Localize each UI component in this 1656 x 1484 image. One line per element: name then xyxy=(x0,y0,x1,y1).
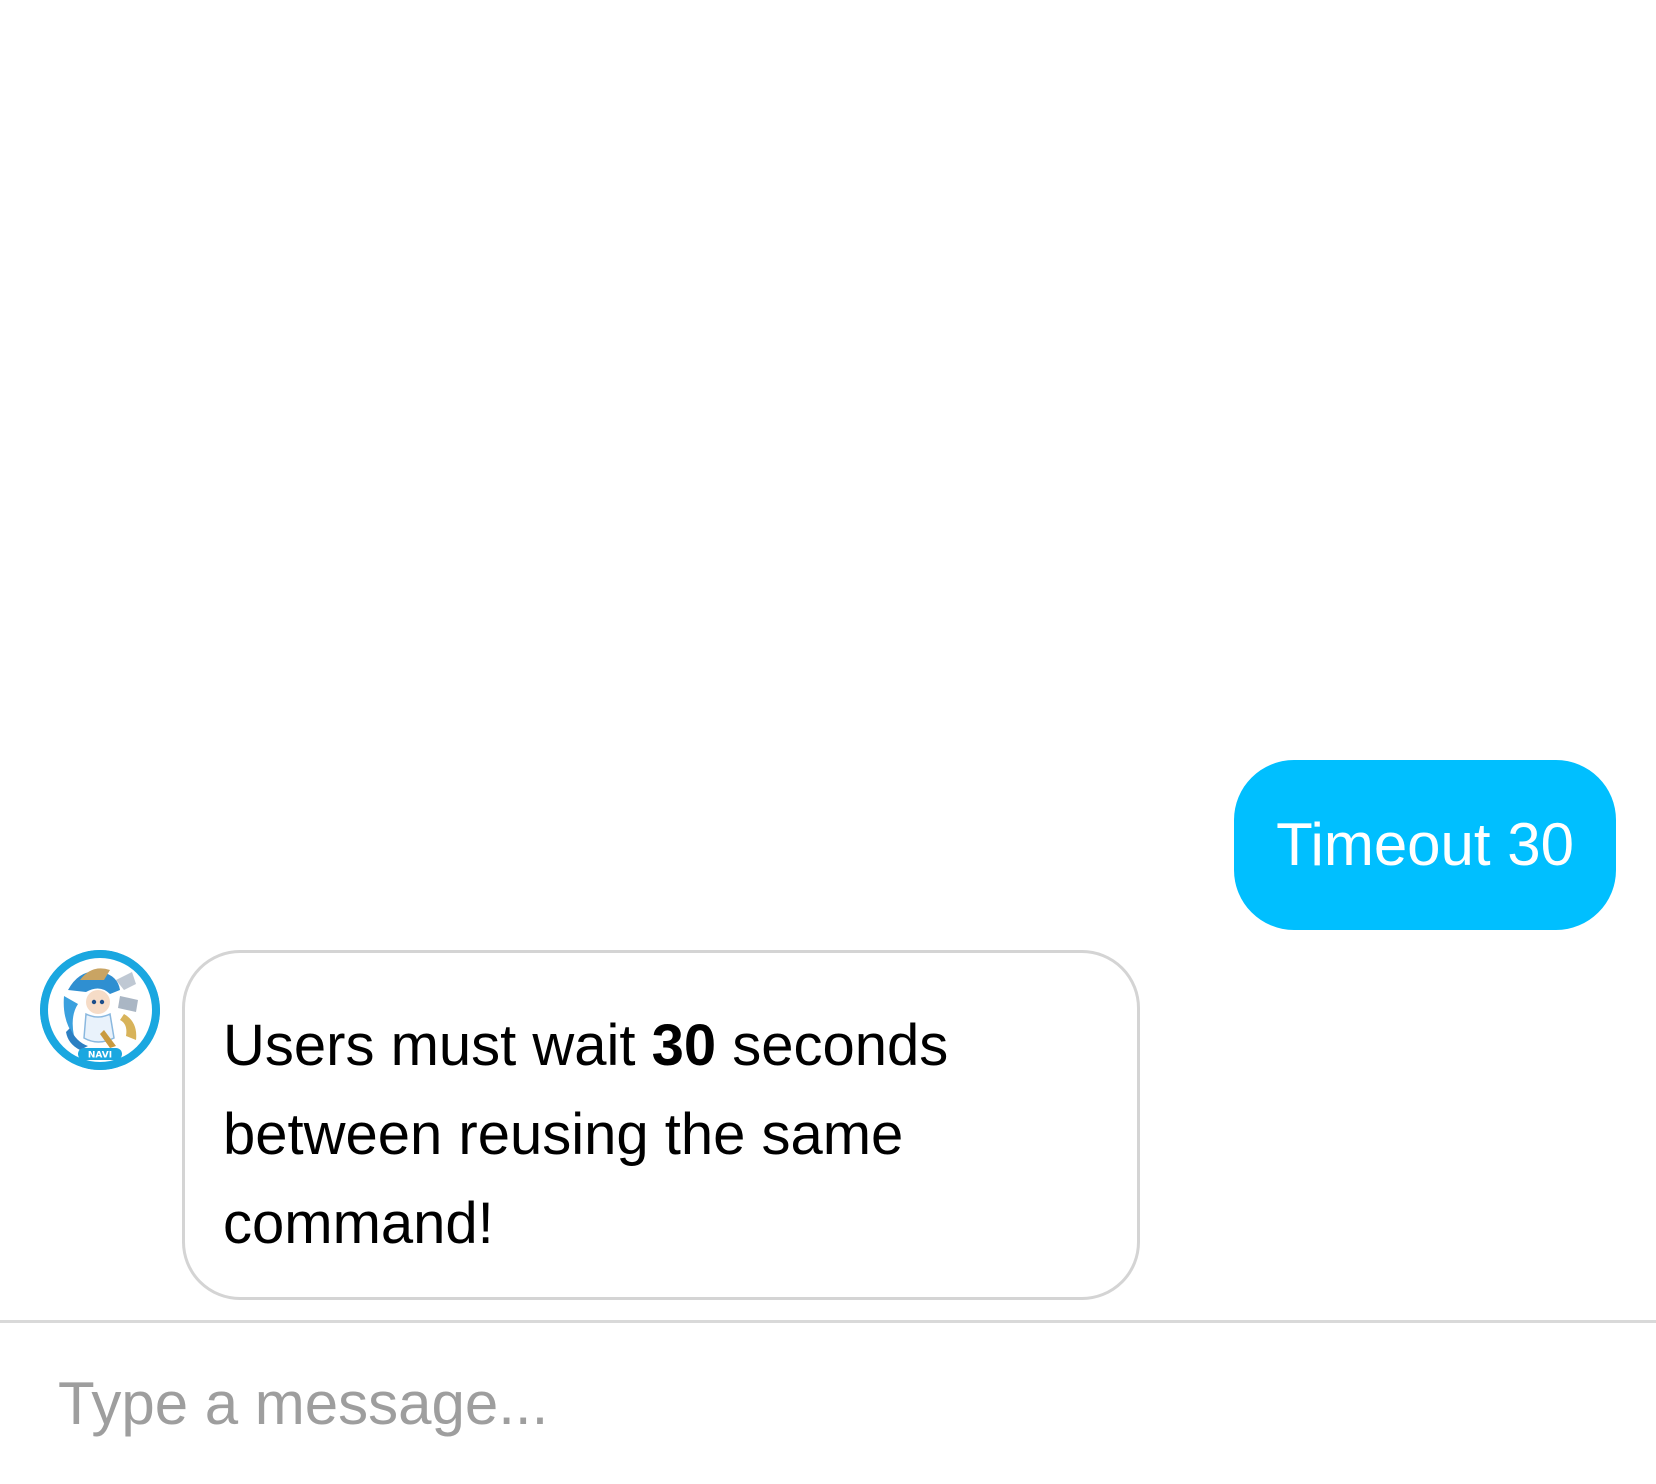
chat-window: Timeout 30 NAVI Users must wait 30 secon… xyxy=(0,0,1656,1484)
bot-message-text-before: Users must wait xyxy=(223,1013,652,1078)
bot-message-text: Users must wait 30 seconds between reusi… xyxy=(223,1001,1099,1268)
navi-avatar-icon[interactable]: NAVI xyxy=(40,950,160,1070)
message-list[interactable]: Timeout 30 NAVI Users must wait 30 secon… xyxy=(0,0,1656,1320)
message-input[interactable] xyxy=(58,1353,1598,1453)
message-composer xyxy=(0,1320,1656,1484)
bot-message-bubble: Users must wait 30 seconds between reusi… xyxy=(182,950,1140,1300)
user-message-text: Timeout 30 xyxy=(1276,811,1574,878)
user-message-bubble: Timeout 30 xyxy=(1234,760,1616,930)
bot-message-highlight: 30 xyxy=(651,1013,717,1078)
avatar-label: NAVI xyxy=(88,1051,112,1061)
